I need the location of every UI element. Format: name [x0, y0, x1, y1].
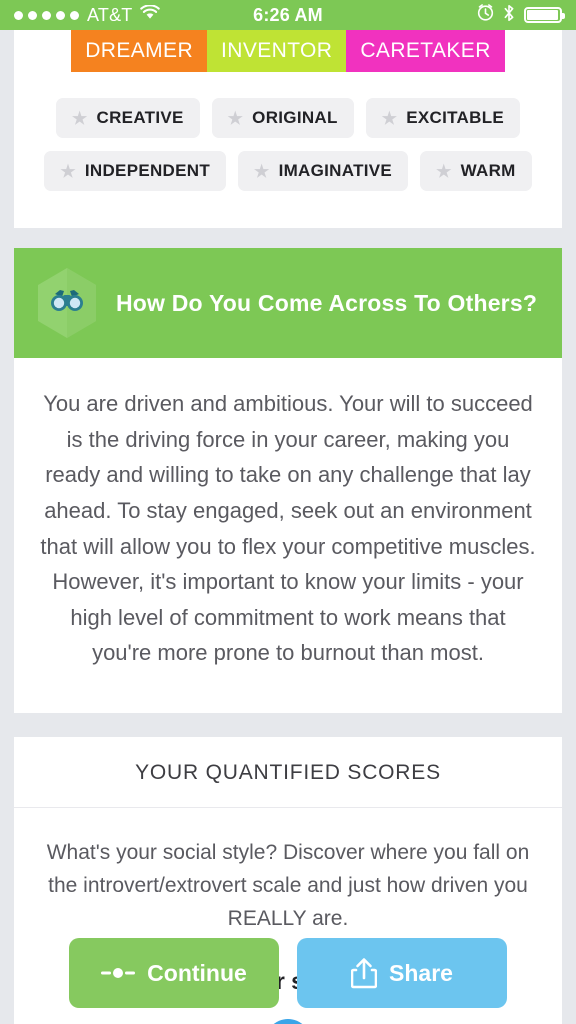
wifi-icon	[140, 4, 161, 25]
come-across-section-header: How Do You Come Across To Others?	[14, 248, 562, 359]
trait-label: CREATIVE	[96, 108, 184, 128]
section-title: How Do You Come Across To Others?	[116, 289, 538, 316]
star-icon: ★	[60, 161, 76, 181]
archetype-tag-row: DREAMER INVENTOR CARETAKER	[14, 30, 562, 73]
alarm-clock-icon	[477, 4, 494, 26]
come-across-body-card: You are driven and ambitious. Your will …	[14, 358, 562, 714]
slider-icon	[101, 967, 136, 979]
social-style-slider[interactable]: Introverted Extroverted	[44, 1013, 532, 1024]
trait-pill-row: ★ INDEPENDENT ★ IMAGINATIVE ★ WARM	[14, 151, 562, 192]
carrier-label: AT&T	[87, 4, 133, 25]
trait-label: ORIGINAL	[252, 108, 338, 128]
archetype-card: DREAMER INVENTOR CARETAKER ★ CREATIVE ★ …	[14, 30, 562, 229]
star-icon: ★	[254, 161, 270, 181]
scroll-content[interactable]: DREAMER INVENTOR CARETAKER ★ CREATIVE ★ …	[0, 30, 576, 1024]
star-icon: ★	[381, 108, 398, 128]
trait-pill-creative[interactable]: ★ CREATIVE	[55, 98, 200, 139]
trait-pill-independent[interactable]: ★ INDEPENDENT	[44, 151, 227, 192]
slider-knob[interactable]	[265, 1018, 311, 1024]
trait-label: EXCITABLE	[406, 108, 505, 128]
trait-label: WARM	[460, 161, 516, 181]
floating-action-bar: Continue Share	[0, 938, 576, 1008]
status-bar-right	[288, 4, 565, 27]
bluetooth-icon	[503, 4, 515, 27]
share-button[interactable]: Share	[297, 938, 507, 1008]
star-icon: ★	[71, 108, 88, 128]
trait-pill-original[interactable]: ★ ORIGINAL	[211, 98, 354, 139]
status-bar-left: AT&T	[14, 4, 288, 26]
signal-strength-icon	[14, 10, 79, 20]
trait-pill-group: ★ CREATIVE ★ ORIGINAL ★ EXCITABLE ★ INDE…	[14, 98, 562, 192]
quantified-scores-header: YOUR QUANTIFIED SCORES	[14, 737, 562, 809]
star-icon: ★	[227, 108, 244, 128]
share-button-label: Share	[389, 959, 453, 986]
continue-button-label: Continue	[147, 959, 247, 986]
trait-pill-excitable[interactable]: ★ EXCITABLE	[365, 98, 521, 139]
trait-pill-imaginative[interactable]: ★ IMAGINATIVE	[238, 151, 409, 192]
trait-pill-row: ★ CREATIVE ★ ORIGINAL ★ EXCITABLE	[14, 98, 562, 139]
binoculars-hexagon-icon	[34, 266, 100, 340]
share-icon	[351, 957, 378, 989]
archetype-tag-inventor[interactable]: INVENTOR	[207, 30, 347, 73]
archetype-tag-dreamer[interactable]: DREAMER	[71, 30, 208, 73]
archetype-tag-caretaker[interactable]: CARETAKER	[346, 30, 505, 73]
battery-full-icon	[524, 7, 565, 23]
trait-pill-warm[interactable]: ★ WARM	[420, 151, 532, 192]
trait-label: IMAGINATIVE	[278, 161, 393, 181]
status-bar: AT&T 6:26 AM	[0, 0, 576, 30]
trait-label: INDEPENDENT	[84, 161, 211, 181]
continue-button[interactable]: Continue	[69, 938, 279, 1008]
star-icon: ★	[436, 161, 452, 181]
come-across-body-text: You are driven and ambitious. Your will …	[40, 391, 536, 666]
phone-screen: AT&T 6:26 AM DREAMER INVENTOR CARETAKER …	[0, 0, 576, 1024]
